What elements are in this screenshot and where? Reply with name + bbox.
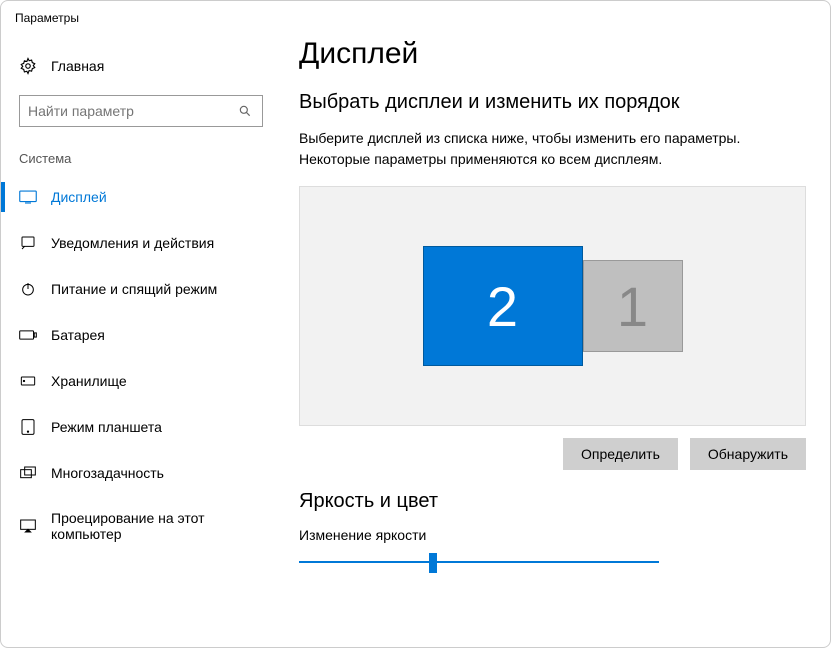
search-icon — [236, 102, 254, 120]
brightness-slider-label: Изменение яркости — [299, 527, 806, 543]
sidebar-item-label: Хранилище — [51, 373, 127, 389]
sidebar-item-notifications[interactable]: Уведомления и действия — [1, 220, 281, 266]
sidebar-item-projecting[interactable]: Проецирование на этот компьютер — [1, 496, 281, 556]
sidebar-item-tablet[interactable]: Режим планшета — [1, 404, 281, 450]
window-title: Параметры — [1, 1, 830, 29]
display-tile-other[interactable]: 1 — [583, 260, 683, 352]
search-input-wrapper[interactable] — [19, 95, 263, 127]
sidebar-item-battery[interactable]: Батарея — [1, 312, 281, 358]
sidebar-item-label: Уведомления и действия — [51, 235, 214, 251]
sidebar-item-storage[interactable]: Хранилище — [1, 358, 281, 404]
identify-button[interactable]: Определить — [563, 438, 678, 470]
sidebar-item-label: Питание и спящий режим — [51, 281, 217, 297]
sidebar-item-power[interactable]: Питание и спящий режим — [1, 266, 281, 312]
slider-track — [299, 561, 659, 563]
section-select-displays-desc: Выберите дисплей из списка ниже, чтобы и… — [299, 128, 806, 170]
tablet-icon — [19, 418, 37, 436]
sidebar-group-label: Система — [1, 145, 281, 174]
sidebar: Главная Система Дисплей Уведомления и де… — [1, 29, 281, 647]
storage-icon — [19, 372, 37, 390]
notifications-icon — [19, 234, 37, 252]
power-icon — [19, 280, 37, 298]
home-button[interactable]: Главная — [1, 49, 281, 83]
gear-icon — [19, 57, 37, 75]
home-label: Главная — [51, 58, 104, 74]
section-select-displays-title: Выбрать дисплеи и изменить их порядок — [299, 91, 806, 114]
battery-icon — [19, 326, 37, 344]
multitask-icon — [19, 464, 37, 482]
sidebar-item-display[interactable]: Дисплей — [1, 174, 281, 220]
sidebar-item-label: Батарея — [51, 327, 105, 343]
monitor-icon — [19, 188, 37, 206]
sidebar-item-label: Проецирование на этот компьютер — [51, 510, 263, 542]
page-title: Дисплей — [299, 37, 806, 71]
detect-button[interactable]: Обнаружить — [690, 438, 806, 470]
sidebar-item-multitask[interactable]: Многозадачность — [1, 450, 281, 496]
search-input[interactable] — [28, 103, 236, 119]
project-icon — [19, 517, 37, 535]
brightness-slider[interactable] — [299, 551, 659, 575]
display-tile-selected[interactable]: 2 — [423, 246, 583, 366]
sidebar-item-label: Дисплей — [51, 189, 107, 205]
sidebar-item-label: Режим планшета — [51, 419, 162, 435]
display-arrangement-panel[interactable]: 2 1 — [299, 186, 806, 426]
slider-thumb[interactable] — [429, 553, 437, 573]
section-brightness-title: Яркость и цвет — [299, 490, 806, 513]
main-content: Дисплей Выбрать дисплеи и изменить их по… — [281, 29, 830, 647]
sidebar-item-label: Многозадачность — [51, 465, 164, 481]
